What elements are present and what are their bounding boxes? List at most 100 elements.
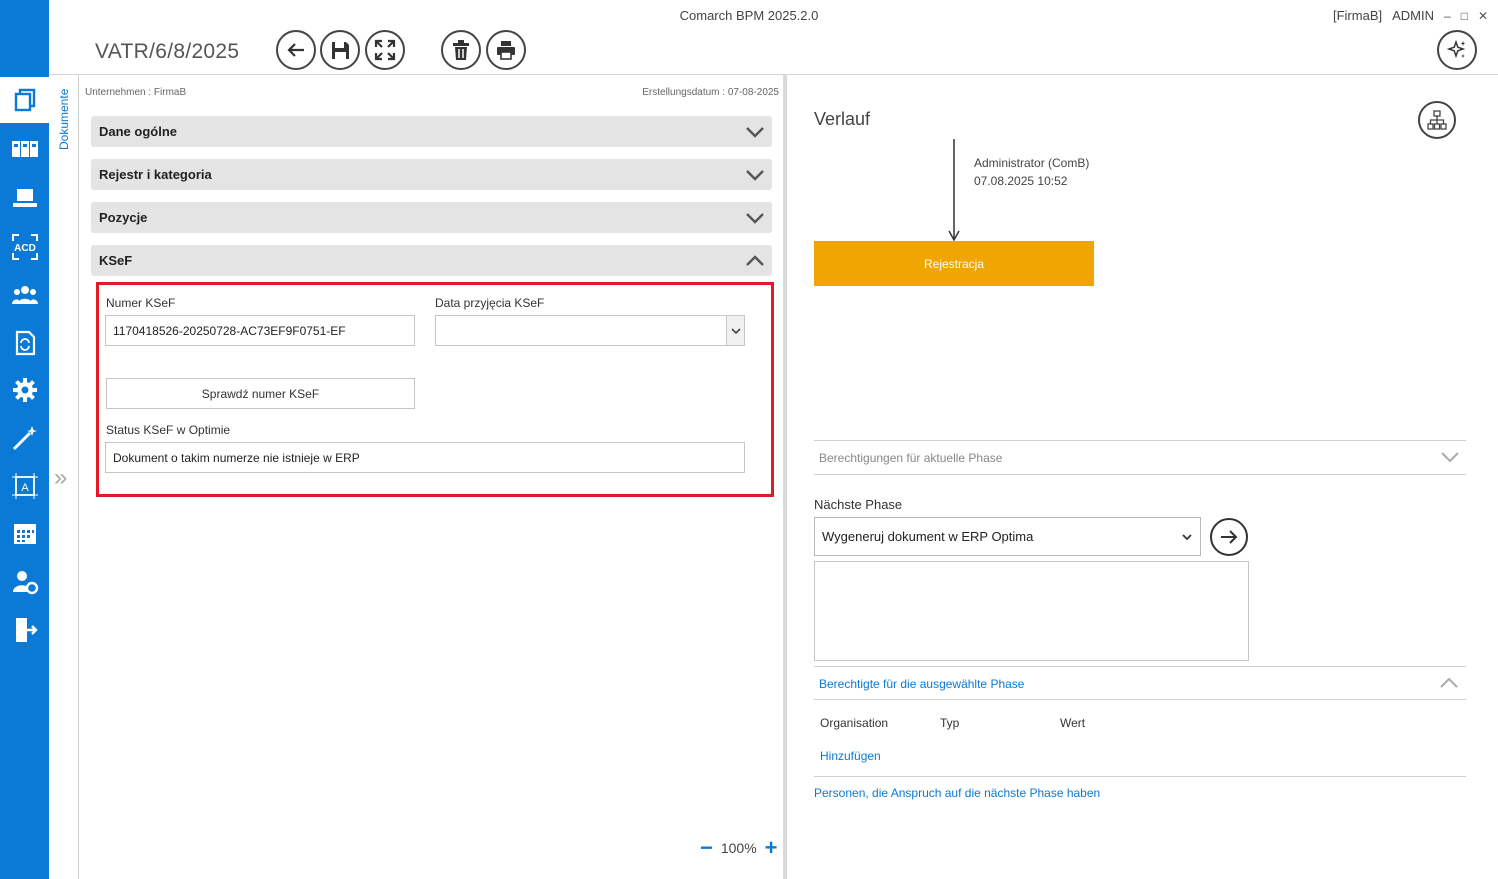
magic-wand-icon bbox=[12, 426, 37, 451]
next-phase-select[interactable]: Wygeneruj dokument w ERP Optima bbox=[814, 517, 1201, 556]
document-number: VATR/6/8/2025 bbox=[95, 40, 240, 63]
divider bbox=[814, 440, 1466, 441]
rail-exit-button[interactable] bbox=[0, 607, 49, 653]
panel-splitter[interactable] bbox=[783, 75, 787, 879]
column-wert: Wert bbox=[1060, 716, 1086, 730]
svg-text:ACD: ACD bbox=[14, 243, 36, 254]
back-button[interactable] bbox=[276, 30, 316, 70]
main-nav-rail: ACD A bbox=[0, 0, 49, 879]
chevron-down-icon bbox=[730, 327, 741, 334]
history-title: Verlauf bbox=[814, 109, 871, 129]
document-sync-icon bbox=[15, 330, 35, 356]
divider bbox=[814, 474, 1466, 475]
next-phase-label: Nächste Phase bbox=[814, 497, 903, 512]
phase-rejestracja[interactable]: Rejestracja bbox=[814, 241, 1094, 286]
phase-comment-textarea[interactable] bbox=[814, 561, 1249, 661]
header-divider bbox=[49, 74, 1498, 75]
expand-panel-icon[interactable]: » bbox=[54, 464, 68, 492]
ksef-date-label: Data przyjęcia KSeF bbox=[435, 296, 545, 310]
back-icon bbox=[287, 43, 304, 57]
column-typ: Typ bbox=[940, 716, 960, 730]
ksef-number-field[interactable]: 1170418526-20250728-AC73EF9F0751-EF bbox=[105, 315, 415, 346]
print-button[interactable] bbox=[486, 30, 526, 70]
close-button[interactable]: ✕ bbox=[1478, 9, 1488, 23]
rail-laptop-button[interactable] bbox=[0, 175, 49, 221]
rail-calendar-button[interactable] bbox=[0, 511, 49, 557]
current-user: ADMIN bbox=[1392, 8, 1434, 23]
divider bbox=[814, 666, 1466, 667]
ksef-date-field[interactable] bbox=[435, 315, 745, 346]
chevron-up-icon[interactable] bbox=[1440, 677, 1458, 689]
chevron-down-icon bbox=[746, 126, 764, 138]
minimize-button[interactable]: – bbox=[1444, 9, 1451, 23]
workflow-diagram-button[interactable] bbox=[1418, 101, 1456, 139]
zoom-control: − 100% + bbox=[700, 837, 778, 859]
rail-document-sync-button[interactable] bbox=[0, 320, 49, 366]
history-user: Administrator (ComB) bbox=[974, 156, 1090, 170]
chevron-down-icon bbox=[746, 212, 764, 224]
designer-icon: A bbox=[11, 473, 38, 499]
add-permission-link[interactable]: Hinzufügen bbox=[820, 749, 881, 763]
ksef-status-label: Status KSeF w Optimie bbox=[106, 423, 231, 437]
created-date-meta: Erstellungsdatum : 07-08-2025 bbox=[642, 87, 779, 98]
zoom-level: 100% bbox=[720, 840, 757, 856]
next-phase-value: Wygeneruj dokument w ERP Optima bbox=[822, 529, 1034, 544]
company-tag: [FirmaB] bbox=[1332, 8, 1383, 23]
tab-dokumente[interactable]: Dokumente bbox=[57, 89, 71, 150]
org-chart-icon bbox=[1427, 110, 1447, 130]
section-rejestr-i-kategoria[interactable]: Rejestr i kategoria bbox=[91, 159, 772, 190]
rail-settings-button[interactable] bbox=[0, 367, 49, 413]
section-pozycje[interactable]: Pozycje bbox=[91, 202, 772, 233]
save-icon bbox=[332, 42, 349, 59]
laptop-icon bbox=[12, 189, 37, 207]
save-button[interactable] bbox=[320, 30, 360, 70]
ksef-number-value: 1170418526-20250728-AC73EF9F0751-EF bbox=[113, 323, 346, 338]
rail-designer-button[interactable]: A bbox=[0, 463, 49, 509]
rail-documents-button[interactable] bbox=[0, 77, 49, 123]
section-title: KSeF bbox=[99, 253, 133, 268]
maximize-button[interactable]: □ bbox=[1461, 9, 1468, 23]
gear-icon bbox=[12, 378, 37, 402]
ksef-status-field[interactable]: Dokument o takim numerze nie istnieje w … bbox=[105, 442, 745, 473]
documents-icon bbox=[14, 88, 35, 112]
history-date: 07.08.2025 10:52 bbox=[974, 174, 1068, 188]
ksef-status-value: Dokument o takim numerze nie istnieje w … bbox=[113, 450, 360, 465]
rail-wizard-button[interactable] bbox=[0, 415, 49, 461]
check-ksef-number-button[interactable]: Sprawdź numer KSeF bbox=[106, 378, 415, 409]
exit-icon bbox=[15, 618, 38, 642]
rail-binders-button[interactable] bbox=[0, 126, 49, 172]
section-dane-ogolne[interactable]: Dane ogólne bbox=[91, 116, 772, 147]
selected-phase-permissions-header[interactable]: Berechtigte für die ausgewählte Phase bbox=[819, 677, 1024, 691]
entitled-persons-link[interactable]: Personen, die Anspruch auf die nächste P… bbox=[814, 786, 1100, 800]
print-icon bbox=[497, 41, 515, 60]
section-ksef[interactable]: KSeF bbox=[91, 245, 772, 276]
window-controls: [FirmaB] ADMIN – □ ✕ bbox=[1333, 8, 1488, 23]
chevron-down-icon[interactable] bbox=[1441, 451, 1459, 463]
rail-acd-button[interactable]: ACD bbox=[0, 224, 49, 270]
zoom-in-button[interactable]: + bbox=[765, 837, 778, 859]
current-phase-permissions-header[interactable]: Berechtigungen für aktuelle Phase bbox=[819, 451, 1002, 465]
flow-arrow-icon bbox=[948, 139, 960, 242]
acd-scan-icon: ACD bbox=[11, 234, 38, 260]
user-settings-icon bbox=[12, 571, 38, 595]
ai-assistant-button[interactable] bbox=[1437, 30, 1477, 70]
section-title: Pozycje bbox=[99, 210, 148, 225]
column-organisation: Organisation bbox=[820, 716, 889, 730]
company-meta: Unternehmen : FirmaB bbox=[85, 87, 187, 98]
arrow-right-icon bbox=[1221, 530, 1238, 544]
chevron-down-icon bbox=[1182, 534, 1192, 541]
ksef-date-dropdown-button[interactable] bbox=[726, 316, 744, 345]
ksef-number-label: Numer KSeF bbox=[106, 296, 176, 310]
zoom-out-button[interactable]: − bbox=[700, 837, 713, 859]
rail-users-button[interactable] bbox=[0, 272, 49, 318]
chevron-up-icon bbox=[746, 254, 764, 266]
binders-icon bbox=[11, 141, 38, 157]
divider bbox=[814, 776, 1466, 777]
go-next-phase-button[interactable] bbox=[1210, 518, 1248, 556]
fullscreen-button[interactable] bbox=[365, 30, 405, 70]
delete-button[interactable] bbox=[441, 30, 481, 70]
divider bbox=[814, 699, 1466, 700]
rail-user-settings-button[interactable] bbox=[0, 559, 49, 605]
section-title: Dane ogólne bbox=[99, 124, 178, 139]
calendar-icon bbox=[13, 524, 36, 544]
